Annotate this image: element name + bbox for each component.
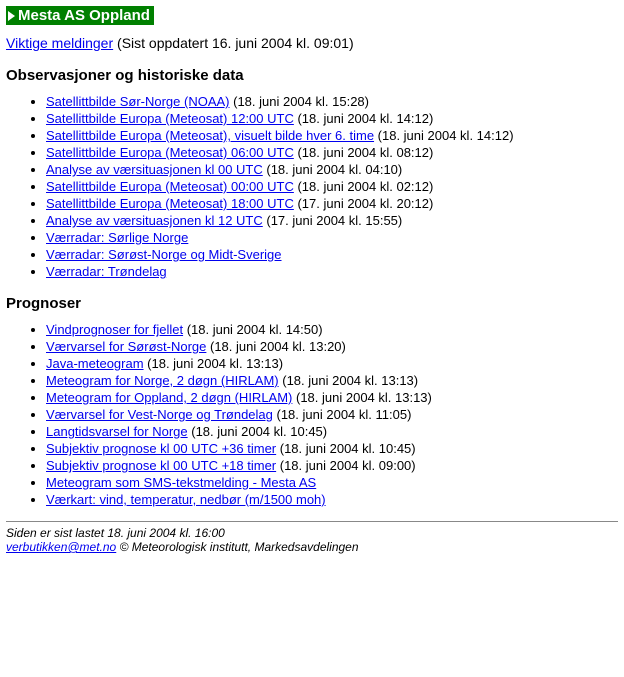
list-item-link[interactable]: Værvarsel for Sørøst-Norge — [46, 339, 206, 354]
list-item-meta: (18. juni 2004 kl. 13:13) — [144, 356, 283, 371]
list-item: Langtidsvarsel for Norge (18. juni 2004 … — [46, 424, 618, 439]
divider — [6, 521, 618, 522]
list-item: Satellittbilde Europa (Meteosat) 06:00 U… — [46, 145, 618, 160]
list-item: Java-meteogram (18. juni 2004 kl. 13:13) — [46, 356, 618, 371]
list-item: Meteogram for Norge, 2 døgn (HIRLAM) (18… — [46, 373, 618, 388]
list-item: Analyse av værsituasjonen kl 12 UTC (17.… — [46, 213, 618, 228]
list-item: Satellittbilde Europa (Meteosat) 18:00 U… — [46, 196, 618, 211]
link-list: Satellittbilde Sør-Norge (NOAA) (18. jun… — [6, 94, 618, 279]
list-item-meta: (17. juni 2004 kl. 15:55) — [263, 213, 402, 228]
list-item-link[interactable]: Værradar: Sørøst-Norge og Midt-Sverige — [46, 247, 282, 262]
section-heading: Prognoser — [6, 295, 618, 312]
list-item-meta: (18. juni 2004 kl. 09:00) — [276, 458, 415, 473]
list-item: Satellittbilde Europa (Meteosat) 12:00 U… — [46, 111, 618, 126]
list-item: Meteogram som SMS-tekstmelding - Mesta A… — [46, 475, 618, 490]
list-item-meta: (18. juni 2004 kl. 13:20) — [206, 339, 345, 354]
list-item-link[interactable]: Meteogram for Norge, 2 døgn (HIRLAM) — [46, 373, 279, 388]
list-item: Satellittbilde Europa (Meteosat), visuel… — [46, 128, 618, 143]
footer-copyright: © Meteorologisk institutt, Markedsavdeli… — [116, 540, 358, 554]
list-item-meta: (17. juni 2004 kl. 20:12) — [294, 196, 433, 211]
list-item-link[interactable]: Meteogram som SMS-tekstmelding - Mesta A… — [46, 475, 316, 490]
list-item: Værradar: Sørøst-Norge og Midt-Sverige — [46, 247, 618, 262]
list-item-link[interactable]: Analyse av værsituasjonen kl 12 UTC — [46, 213, 263, 228]
list-item-meta: (18. juni 2004 kl. 14:50) — [183, 322, 322, 337]
list-item: Subjektiv prognose kl 00 UTC +18 timer (… — [46, 458, 618, 473]
list-item: Værkart: vind, temperatur, nedbør (m/150… — [46, 492, 618, 507]
footer: Siden er sist lastet 18. juni 2004 kl. 1… — [6, 526, 618, 554]
list-item-link[interactable]: Værradar: Sørlige Norge — [46, 230, 188, 245]
list-item: Subjektiv prognose kl 00 UTC +36 timer (… — [46, 441, 618, 456]
list-item-link[interactable]: Værvarsel for Vest-Norge og Trøndelag — [46, 407, 273, 422]
list-item-meta: (18. juni 2004 kl. 08:12) — [294, 145, 433, 160]
footer-email-link[interactable]: verbutikken@met.no — [6, 540, 116, 554]
list-item-meta: (18. juni 2004 kl. 13:13) — [292, 390, 431, 405]
list-item-meta: (18. juni 2004 kl. 14:12) — [374, 128, 513, 143]
list-item-link[interactable]: Vindprognoser for fjellet — [46, 322, 183, 337]
list-item-link[interactable]: Langtidsvarsel for Norge — [46, 424, 188, 439]
list-item: Værvarsel for Sørøst-Norge (18. juni 200… — [46, 339, 618, 354]
list-item-link[interactable]: Satellittbilde Europa (Meteosat) 06:00 U… — [46, 145, 294, 160]
list-item-link[interactable]: Meteogram for Oppland, 2 døgn (HIRLAM) — [46, 390, 292, 405]
footer-loaded: Siden er sist lastet 18. juni 2004 kl. 1… — [6, 526, 618, 540]
list-item: Satellittbilde Europa (Meteosat) 00:00 U… — [46, 179, 618, 194]
list-item-link[interactable]: Subjektiv prognose kl 00 UTC +36 timer — [46, 441, 276, 456]
list-item-meta: (18. juni 2004 kl. 04:10) — [263, 162, 402, 177]
list-item-link[interactable]: Satellittbilde Europa (Meteosat) 12:00 U… — [46, 111, 294, 126]
list-item: Satellittbilde Sør-Norge (NOAA) (18. jun… — [46, 94, 618, 109]
list-item-meta: (18. juni 2004 kl. 10:45) — [188, 424, 327, 439]
list-item-link[interactable]: Analyse av værsituasjonen kl 00 UTC — [46, 162, 263, 177]
section-heading: Observasjoner og historiske data — [6, 67, 618, 84]
list-item: Vindprognoser for fjellet (18. juni 2004… — [46, 322, 618, 337]
important-messages-link[interactable]: Viktige meldinger — [6, 35, 113, 51]
list-item-meta: (18. juni 2004 kl. 13:13) — [279, 373, 418, 388]
list-item-link[interactable]: Værkart: vind, temperatur, nedbør (m/150… — [46, 492, 326, 507]
list-item-link[interactable]: Satellittbilde Europa (Meteosat), visuel… — [46, 128, 374, 143]
list-item-link[interactable]: Subjektiv prognose kl 00 UTC +18 timer — [46, 458, 276, 473]
list-item: Værradar: Sørlige Norge — [46, 230, 618, 245]
list-item-link[interactable]: Java-meteogram — [46, 356, 144, 371]
list-item: Analyse av værsituasjonen kl 00 UTC (18.… — [46, 162, 618, 177]
list-item-link[interactable]: Værradar: Trøndelag — [46, 264, 167, 279]
list-item-link[interactable]: Satellittbilde Europa (Meteosat) 00:00 U… — [46, 179, 294, 194]
intro-line: Viktige meldinger (Sist oppdatert 16. ju… — [6, 35, 618, 51]
list-item-meta: (18. juni 2004 kl. 15:28) — [230, 94, 369, 109]
list-item-link[interactable]: Satellittbilde Europa (Meteosat) 18:00 U… — [46, 196, 294, 211]
page-title: Mesta AS Oppland — [18, 7, 150, 24]
list-item-meta: (18. juni 2004 kl. 14:12) — [294, 111, 433, 126]
list-item-meta: (18. juni 2004 kl. 10:45) — [276, 441, 415, 456]
list-item: Værvarsel for Vest-Norge og Trøndelag (1… — [46, 407, 618, 422]
link-list: Vindprognoser for fjellet (18. juni 2004… — [6, 322, 618, 507]
triangle-icon — [8, 11, 15, 21]
intro-updated: (Sist oppdatert 16. juni 2004 kl. 09:01) — [113, 35, 353, 51]
list-item-meta: (18. juni 2004 kl. 11:05) — [273, 407, 412, 422]
list-item-meta: (18. juni 2004 kl. 02:12) — [294, 179, 433, 194]
page-title-bar: Mesta AS Oppland — [6, 6, 154, 25]
list-item: Meteogram for Oppland, 2 døgn (HIRLAM) (… — [46, 390, 618, 405]
list-item: Værradar: Trøndelag — [46, 264, 618, 279]
list-item-link[interactable]: Satellittbilde Sør-Norge (NOAA) — [46, 94, 230, 109]
